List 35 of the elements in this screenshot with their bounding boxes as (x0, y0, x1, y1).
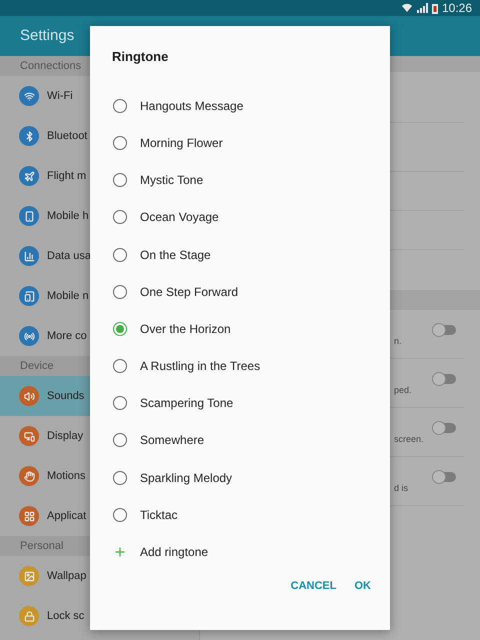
sidebar-label: Bluetoot (47, 128, 88, 144)
ringtone-label: Sparkling Melody (140, 470, 232, 487)
sidebar-label: Wi-Fi (47, 88, 73, 104)
section-header: Personal (20, 538, 64, 554)
ringtone-label: Mystic Tone (140, 172, 204, 190)
ringtone-label: Over the Horizon (140, 320, 231, 338)
ringtone-label: Somewhere (140, 432, 204, 450)
header-title: Settings (20, 26, 74, 46)
section-header: Device (20, 358, 54, 374)
sidebar-label: Motions (47, 468, 86, 484)
setting-description: ped. (394, 384, 413, 398)
status-time: 10:26 (442, 2, 472, 14)
setting-description: n. (394, 335, 403, 348)
sidebar-label: Mobile n (47, 288, 89, 304)
ringtone-label: Morning Flower (140, 135, 223, 152)
sidebar-label: Mobile h (47, 208, 89, 224)
section-header: Connections (20, 58, 82, 74)
sidebar-label: Applicat (47, 508, 86, 524)
sidebar-label: Display (47, 428, 84, 444)
ringtone-label: One Step Forward (140, 284, 238, 301)
sidebar-label: Lock sc (47, 608, 84, 624)
dialog-title: Ringtone (112, 48, 168, 66)
ringtone-label: Hangouts Message (140, 98, 244, 116)
setting-description: screen. (394, 433, 425, 446)
sidebar-label: Sounds (47, 388, 84, 404)
ringtone-label: Scampering Tone (140, 395, 234, 412)
setting-description: d is (394, 482, 410, 496)
sidebar-label: Flight m (47, 168, 86, 184)
ringtone-label: On the Stage (140, 246, 211, 264)
sidebar-label: More co (47, 328, 87, 344)
ringtone-label: A Rustling in the Trees (140, 358, 260, 376)
ringtone-label: Ocean Voyage (140, 209, 219, 226)
ringtone-label: Ticktac (140, 506, 178, 524)
sidebar-label: Wallpap (47, 568, 86, 584)
sidebar-label: Data usa (47, 248, 92, 264)
